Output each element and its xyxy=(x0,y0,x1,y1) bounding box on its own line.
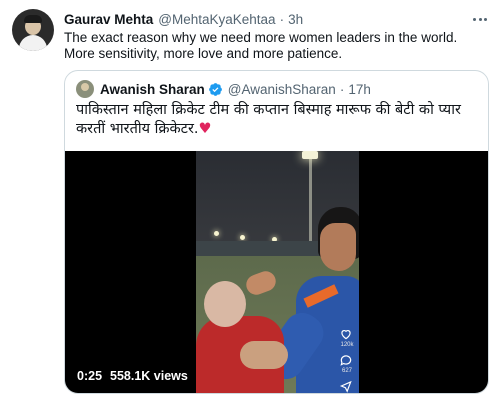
player-face xyxy=(320,223,356,271)
stadium-light xyxy=(240,235,245,240)
quoted-author-handle[interactable]: @AwanishSharan xyxy=(228,82,336,97)
author-avatar[interactable] xyxy=(12,9,54,51)
separator-dot: · xyxy=(279,11,285,27)
video-elapsed-time: 0:25 xyxy=(77,369,103,383)
quoted-tweet-text: पाकिस्तान महिला क्रिकेट टीम की कप्तान बि… xyxy=(76,101,481,139)
avatar-hair-shape xyxy=(24,15,42,23)
video-view-count: 558.1K views xyxy=(110,369,188,383)
tweet-header: Gaurav Mehta @MehtaKyaKehtaa · 3h xyxy=(64,10,303,28)
separator-dot: · xyxy=(339,81,345,97)
share-icon[interactable] xyxy=(339,379,353,393)
tweet[interactable]: Gaurav Mehta @MehtaKyaKehtaa · 3h The ex… xyxy=(0,0,502,400)
more-icon[interactable] xyxy=(470,9,490,29)
author-handle[interactable]: @MehtaKyaKehtaa xyxy=(158,12,275,27)
quoted-author-avatar[interactable] xyxy=(76,80,94,98)
like-icon[interactable] xyxy=(339,327,353,341)
comment-icon[interactable] xyxy=(339,353,353,367)
video-frame xyxy=(196,151,359,393)
quoted-tweet[interactable]: Awanish Sharan @AwanishSharan · 17h पाकि… xyxy=(64,70,489,394)
quoted-author-name[interactable]: Awanish Sharan xyxy=(100,82,205,97)
verified-badge-icon xyxy=(208,82,223,97)
video-player[interactable]: 120k 627 0:25 558.1K views xyxy=(65,151,488,393)
comment-count: 627 xyxy=(341,368,352,374)
like-count: 120k xyxy=(340,342,354,348)
floodlight xyxy=(302,151,318,159)
floodlight-pole xyxy=(309,153,312,253)
baby-head xyxy=(204,281,246,327)
avatar-body-shape xyxy=(19,35,47,51)
stadium-light xyxy=(214,231,219,236)
tweet-time[interactable]: 3h xyxy=(288,12,303,27)
heart-emoji: ♥ xyxy=(198,121,212,137)
author-name[interactable]: Gaurav Mehta xyxy=(64,12,153,27)
quoted-tweet-header: Awanish Sharan @AwanishSharan · 17h xyxy=(76,80,371,98)
adult-hand xyxy=(240,341,288,369)
tweet-text: The exact reason why we need more women … xyxy=(64,30,458,61)
quoted-tweet-time[interactable]: 17h xyxy=(348,82,371,97)
video-side-actions xyxy=(339,327,353,393)
quoted-text-body: पाकिस्तान महिला क्रिकेट टीम की कप्तान बि… xyxy=(76,102,461,137)
